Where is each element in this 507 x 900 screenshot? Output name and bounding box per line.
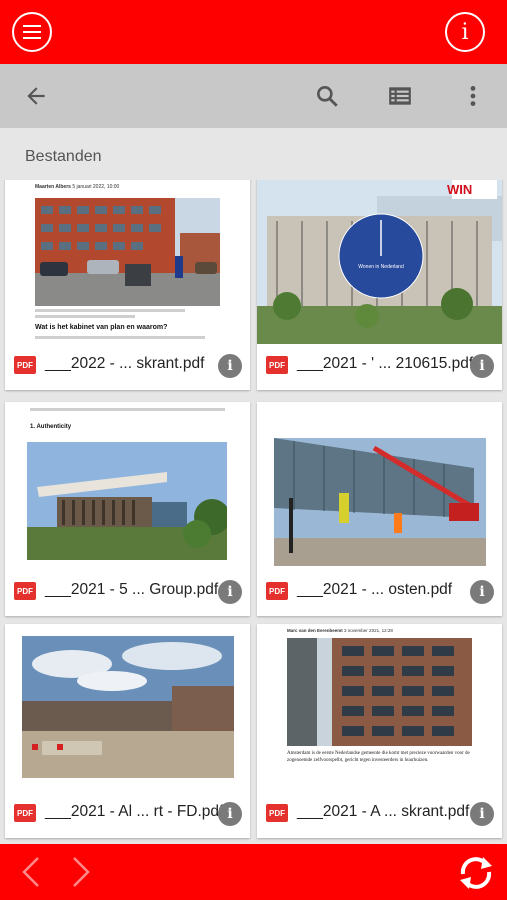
file-info-icon[interactable]: i [218, 802, 242, 826]
pdf-file-icon: PDF [266, 582, 288, 600]
thumb-caption [35, 309, 220, 318]
thumb-photo-construction [274, 438, 486, 566]
pdf-file-icon: PDF [14, 582, 36, 600]
file-name: ___2021 - ... osten.pdf [297, 581, 453, 598]
file-card[interactable]: WIN Wonen in Nederland PDF ___2021 - ' .… [257, 180, 502, 390]
file-grid: Maarten Albers 5 januari 2022, 10:00 Wat… [0, 180, 507, 844]
list-view-icon[interactable] [386, 82, 414, 110]
file-card[interactable]: Marc van den Eerenbeemt 3 november 2021,… [257, 624, 502, 838]
info-glyph: i [461, 19, 469, 45]
thumb-author: Maarten Albers [35, 184, 71, 190]
file-name: ___2021 - ' ... 210615.pdf [297, 355, 474, 372]
thumb-body-text: Amsterdam is de eerste Nederlandse gemee… [287, 751, 470, 763]
file-name: ___2022 - ... skrant.pdf [45, 355, 205, 372]
file-thumbnail: 1. Authenticity [5, 402, 250, 570]
thumb-photo-building-site [22, 636, 234, 778]
file-info-icon[interactable]: i [470, 354, 494, 378]
file-card[interactable]: Maarten Albers 5 januari 2022, 10:00 Wat… [5, 180, 250, 390]
file-card[interactable]: 1. Authenticity PDF ___2021 - 5 ... Grou… [5, 402, 250, 616]
thumb-clock-text: Wonen in Nederland [358, 264, 404, 270]
app-header: i [0, 0, 507, 64]
chevron-left-icon[interactable] [16, 856, 46, 888]
section-header: Bestanden [0, 128, 507, 180]
chevron-right-icon[interactable] [66, 856, 96, 888]
thumb-heading: 1. Authenticity [30, 424, 72, 430]
toolbar [0, 64, 507, 128]
file-name: ___2021 - Al ... rt - FD.pdf [45, 803, 224, 820]
file-name: ___2021 - A ... skrant.pdf [297, 803, 470, 820]
pdf-file-icon: PDF [266, 356, 288, 374]
arrow-left-icon[interactable] [22, 82, 50, 110]
hamburger-menu-icon[interactable] [12, 12, 52, 52]
text-line [35, 336, 205, 339]
pdf-file-icon: PDF [266, 804, 288, 822]
thumb-date: 3 november 2021, 12:28 [344, 628, 393, 633]
pdf-file-icon: PDF [14, 804, 36, 822]
thumb-logo: WIN [447, 182, 473, 197]
thumb-author-line: Maarten Albers 5 januari 2022, 10:00 [35, 184, 119, 190]
file-card[interactable]: PDF ___2021 - Al ... rt - FD.pdf i [5, 624, 250, 838]
file-thumbnail [257, 402, 502, 570]
thumb-date: 5 januari 2022, 10:00 [72, 184, 120, 190]
thumb-photo-apartments [287, 638, 472, 746]
text-line [30, 408, 225, 411]
file-info-icon[interactable]: i [470, 580, 494, 604]
pdf-file-icon: PDF [14, 356, 36, 374]
search-icon[interactable] [313, 82, 341, 110]
file-info-icon[interactable]: i [218, 580, 242, 604]
file-thumbnail [5, 624, 250, 792]
file-name: ___2021 - 5 ... Group.pdf [45, 581, 219, 598]
thumb-author-line: Marc van den Eerenbeemt 3 november 2021,… [287, 628, 393, 633]
refresh-icon[interactable] [455, 852, 497, 894]
thumb-author: Marc van den Eerenbeemt [287, 628, 343, 633]
file-thumbnail: WIN Wonen in Nederland [257, 180, 502, 344]
thumb-photo-street [35, 198, 220, 306]
file-thumbnail: Marc van den Eerenbeemt 3 november 2021,… [257, 624, 502, 792]
text-line [35, 315, 135, 318]
section-title: Bestanden [25, 148, 102, 165]
file-card[interactable]: PDF ___2021 - ... osten.pdf i [257, 402, 502, 616]
thumb-photo-building [257, 180, 502, 344]
text-line [35, 309, 185, 312]
more-vertical-icon[interactable] [459, 82, 487, 110]
file-info-icon[interactable]: i [470, 802, 494, 826]
thumb-photo-architecture [27, 442, 227, 560]
info-circle-icon[interactable]: i [445, 12, 485, 52]
bottom-navigation [0, 844, 507, 900]
thumb-heading: Wat is het kabinet van plan en waarom? [35, 324, 168, 331]
file-thumbnail: Maarten Albers 5 januari 2022, 10:00 Wat… [5, 180, 250, 344]
file-info-icon[interactable]: i [218, 354, 242, 378]
